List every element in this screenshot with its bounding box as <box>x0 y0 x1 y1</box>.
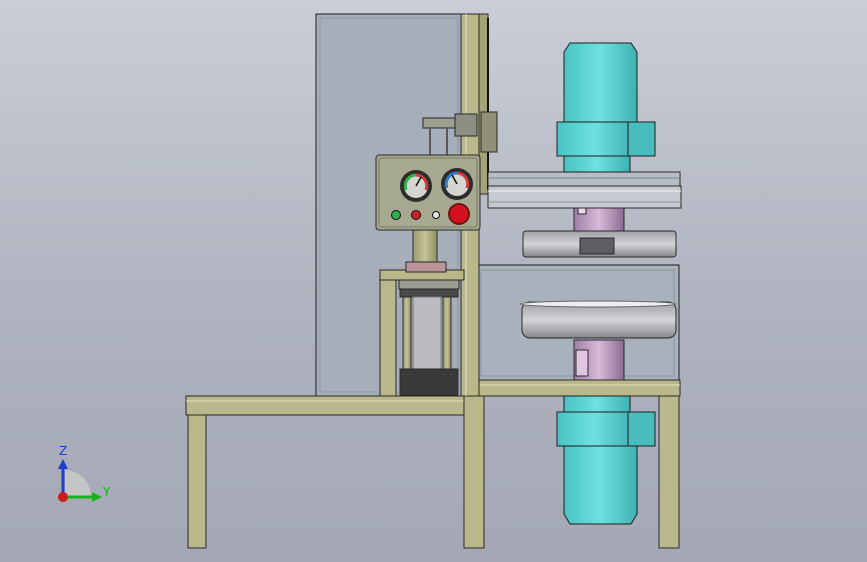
emergency-stop-icon <box>448 203 470 225</box>
red-indicator-lamp-icon <box>411 210 421 220</box>
y-axis-label: Y <box>102 485 111 499</box>
green-indicator-lamp-icon <box>391 210 401 220</box>
control-panel <box>375 154 481 231</box>
upper-motor <box>556 42 656 173</box>
horizontal-arm <box>487 171 682 209</box>
lower-motor <box>556 395 656 525</box>
pressure-gauge-left-icon <box>400 170 432 202</box>
z-axis-label: Z <box>59 444 67 458</box>
white-indicator-lamp-icon <box>432 211 440 219</box>
pressure-gauge-right-icon <box>441 168 473 200</box>
cad-viewport[interactable]: Z Y <box>0 0 867 562</box>
orientation-triad: Z Y <box>58 444 111 502</box>
machine-drawing: Z Y <box>58 13 682 549</box>
